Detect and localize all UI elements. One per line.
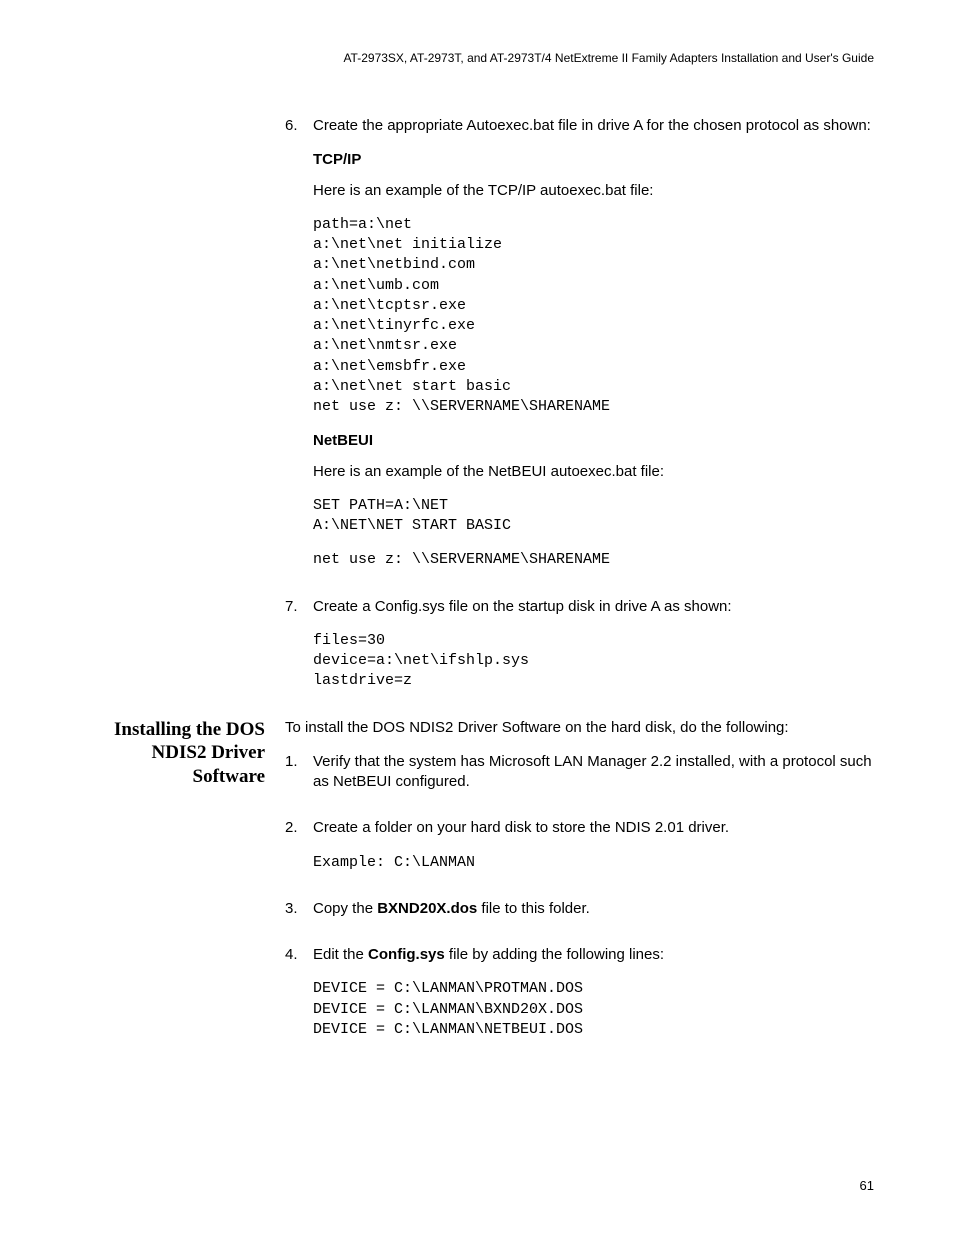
running-header: AT-2973SX, AT-2973T, and AT-2973T/4 NetE… xyxy=(80,50,874,66)
s2-step-2: 2. Create a folder on your hard disk to … xyxy=(285,818,874,887)
pre: Copy the xyxy=(313,900,377,917)
post: file by adding the following lines: xyxy=(445,946,664,963)
step-7: 7. Create a Config.sys file on the start… xyxy=(285,597,874,706)
s2-step-3: 3. Copy the BXND20X.dos file to this fol… xyxy=(285,899,874,933)
section-continued: 6. Create the appropriate Autoexec.bat f… xyxy=(80,116,874,718)
netbeui-code-1: SET PATH=A:\NET A:\NET\NET START BASIC xyxy=(313,496,874,537)
tcp-intro: Here is an example of the TCP/IP autoexe… xyxy=(313,181,874,201)
s2-step4-code: DEVICE = C:\LANMAN\PROTMAN.DOS DEVICE = … xyxy=(313,979,874,1040)
bold-filename: BXND20X.dos xyxy=(377,900,477,917)
page-number: 61 xyxy=(860,1177,874,1195)
step-num: 6. xyxy=(285,116,313,585)
step-6: 6. Create the appropriate Autoexec.bat f… xyxy=(285,116,874,585)
step-body: Verify that the system has Microsoft LAN… xyxy=(313,752,874,807)
step7-code: files=30 device=a:\net\ifshlp.sys lastdr… xyxy=(313,631,874,692)
body-col-1: 6. Create the appropriate Autoexec.bat f… xyxy=(285,116,874,718)
step-body: Create the appropriate Autoexec.bat file… xyxy=(313,116,874,585)
section2-intro: To install the DOS NDIS2 Driver Software… xyxy=(285,718,874,738)
step-text: Edit the Config.sys file by adding the f… xyxy=(313,945,874,965)
step-num: 1. xyxy=(285,752,313,807)
pre: Edit the xyxy=(313,946,368,963)
step-body: Copy the BXND20X.dos file to this folder… xyxy=(313,899,874,933)
step-body: Create a folder on your hard disk to sto… xyxy=(313,818,874,887)
tcp-code: path=a:\net a:\net\net initialize a:\net… xyxy=(313,215,874,418)
step-text: Copy the BXND20X.dos file to this folder… xyxy=(313,899,874,919)
step-num: 2. xyxy=(285,818,313,887)
s2-step-4: 4. Edit the Config.sys file by adding th… xyxy=(285,945,874,1054)
step-num: 4. xyxy=(285,945,313,1054)
body-col-2: To install the DOS NDIS2 Driver Software… xyxy=(285,718,874,1067)
step-text: Create a Config.sys file on the startup … xyxy=(313,597,874,617)
step-num: 3. xyxy=(285,899,313,933)
netbeui-intro: Here is an example of the NetBEUI autoex… xyxy=(313,462,874,482)
step-body: Create a Config.sys file on the startup … xyxy=(313,597,874,706)
s2-step2-code: Example: C:\LANMAN xyxy=(313,853,874,873)
step-text: Create a folder on your hard disk to sto… xyxy=(313,818,874,838)
step-text: Create the appropriate Autoexec.bat file… xyxy=(313,116,874,136)
page: AT-2973SX, AT-2973T, and AT-2973T/4 NetE… xyxy=(0,0,954,1235)
post: file to this folder. xyxy=(477,900,590,917)
bold-filename: Config.sys xyxy=(368,946,445,963)
tcp-heading: TCP/IP xyxy=(313,150,874,170)
step-num: 7. xyxy=(285,597,313,706)
step-text: Verify that the system has Microsoft LAN… xyxy=(313,752,874,793)
netbeui-code-2: net use z: \\SERVERNAME\SHARENAME xyxy=(313,550,874,570)
step-body: Edit the Config.sys file by adding the f… xyxy=(313,945,874,1054)
side-heading-install: Installing the DOS NDIS2 Driver Software xyxy=(80,718,285,789)
netbeui-heading: NetBEUI xyxy=(313,431,874,451)
section-installing: Installing the DOS NDIS2 Driver Software… xyxy=(80,718,874,1067)
s2-step-1: 1. Verify that the system has Microsoft … xyxy=(285,752,874,807)
